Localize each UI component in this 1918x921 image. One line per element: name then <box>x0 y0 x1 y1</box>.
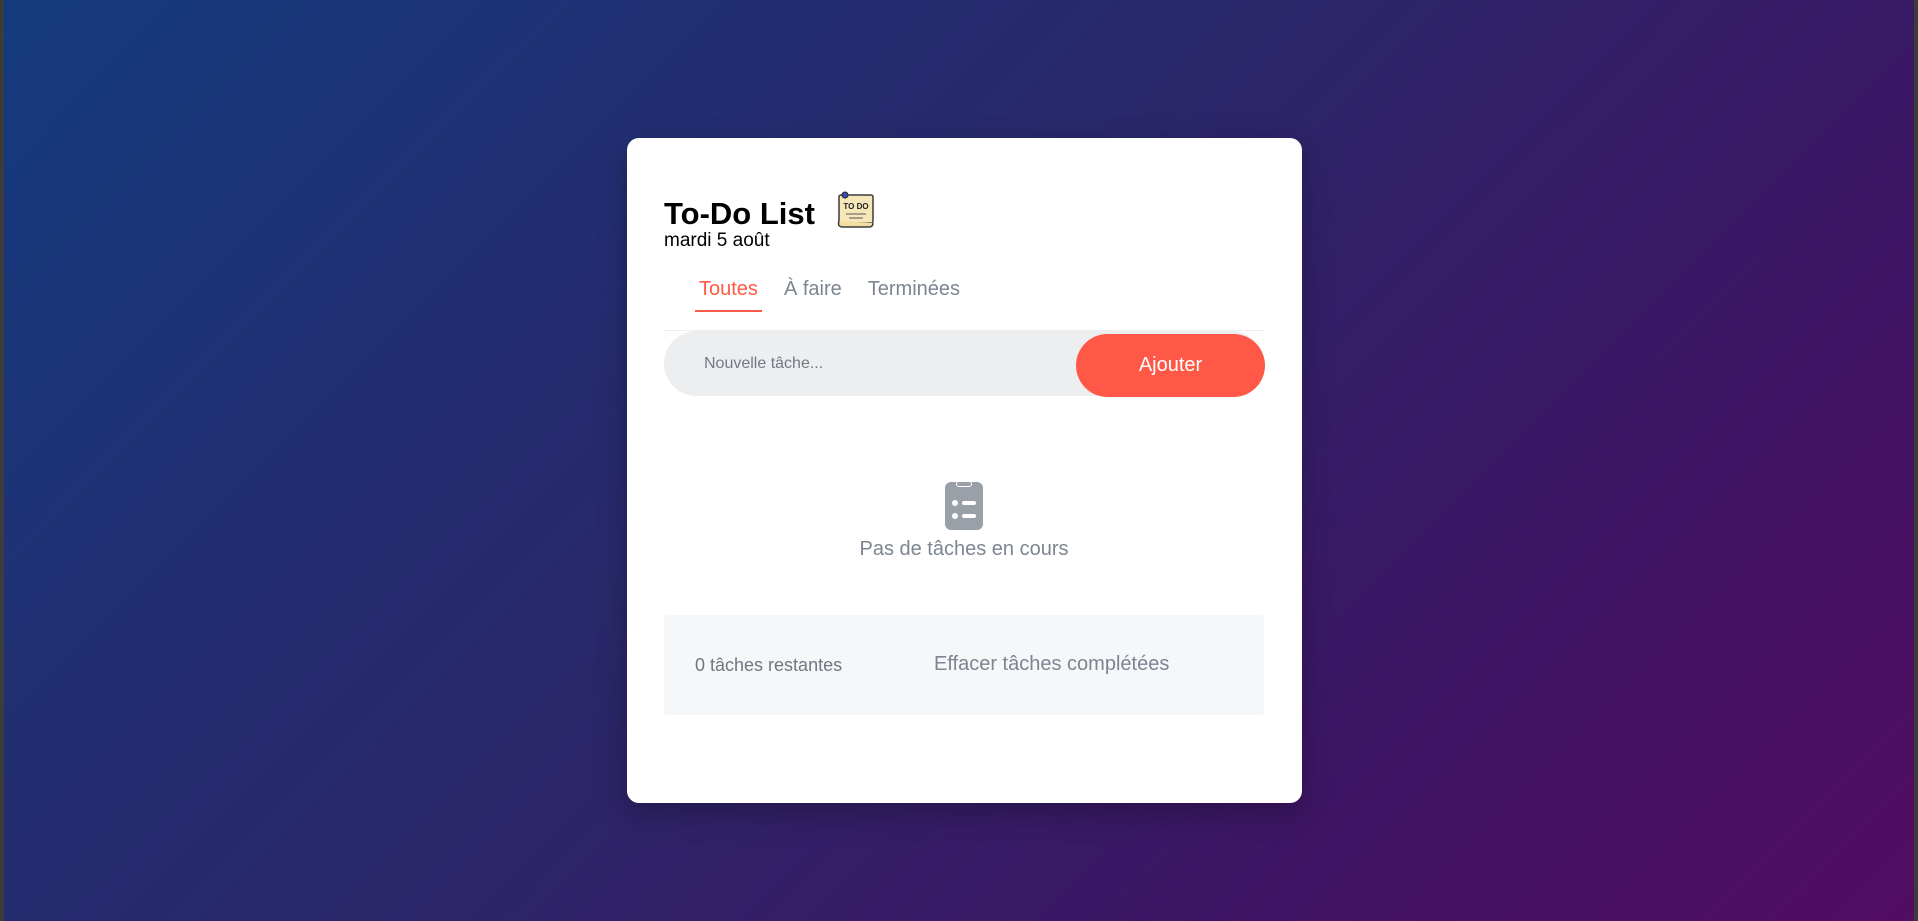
empty-state: Pas de tâches en cours <box>664 478 1264 561</box>
page-background: To-Do List TO DO mardi 5 août Toutes À f… <box>4 0 1914 921</box>
todo-note-icon: TO DO <box>835 191 875 229</box>
filter-tabs: Toutes À faire Terminées <box>695 276 982 312</box>
page-title: To-Do List <box>664 196 815 231</box>
tab-done[interactable]: Terminées <box>864 276 964 312</box>
todo-header: To-Do List TO DO mardi 5 août <box>664 188 875 252</box>
tab-all[interactable]: Toutes <box>695 276 762 312</box>
remaining-count: 0 tâches restantes <box>695 655 843 675</box>
empty-message: Pas de tâches en cours <box>859 538 1069 560</box>
current-date: mardi 5 août <box>664 230 770 251</box>
tab-todo[interactable]: À faire <box>780 276 846 312</box>
todo-card: To-Do List TO DO mardi 5 août Toutes À f… <box>627 138 1302 803</box>
clipboard-list-icon <box>664 478 1264 530</box>
new-task-form: Ajouter <box>664 331 1265 397</box>
title-row: To-Do List TO DO <box>664 188 875 232</box>
svg-text:TO DO: TO DO <box>843 202 868 211</box>
add-task-button[interactable]: Ajouter <box>1076 334 1265 397</box>
task-footer: 0 tâches restantes Effacer tâches complé… <box>664 615 1264 715</box>
window-frame: To-Do List TO DO mardi 5 août Toutes À f… <box>0 0 1918 921</box>
new-task-input[interactable] <box>694 331 1094 396</box>
clear-completed-button[interactable]: Effacer tâches complétées <box>934 653 1169 676</box>
